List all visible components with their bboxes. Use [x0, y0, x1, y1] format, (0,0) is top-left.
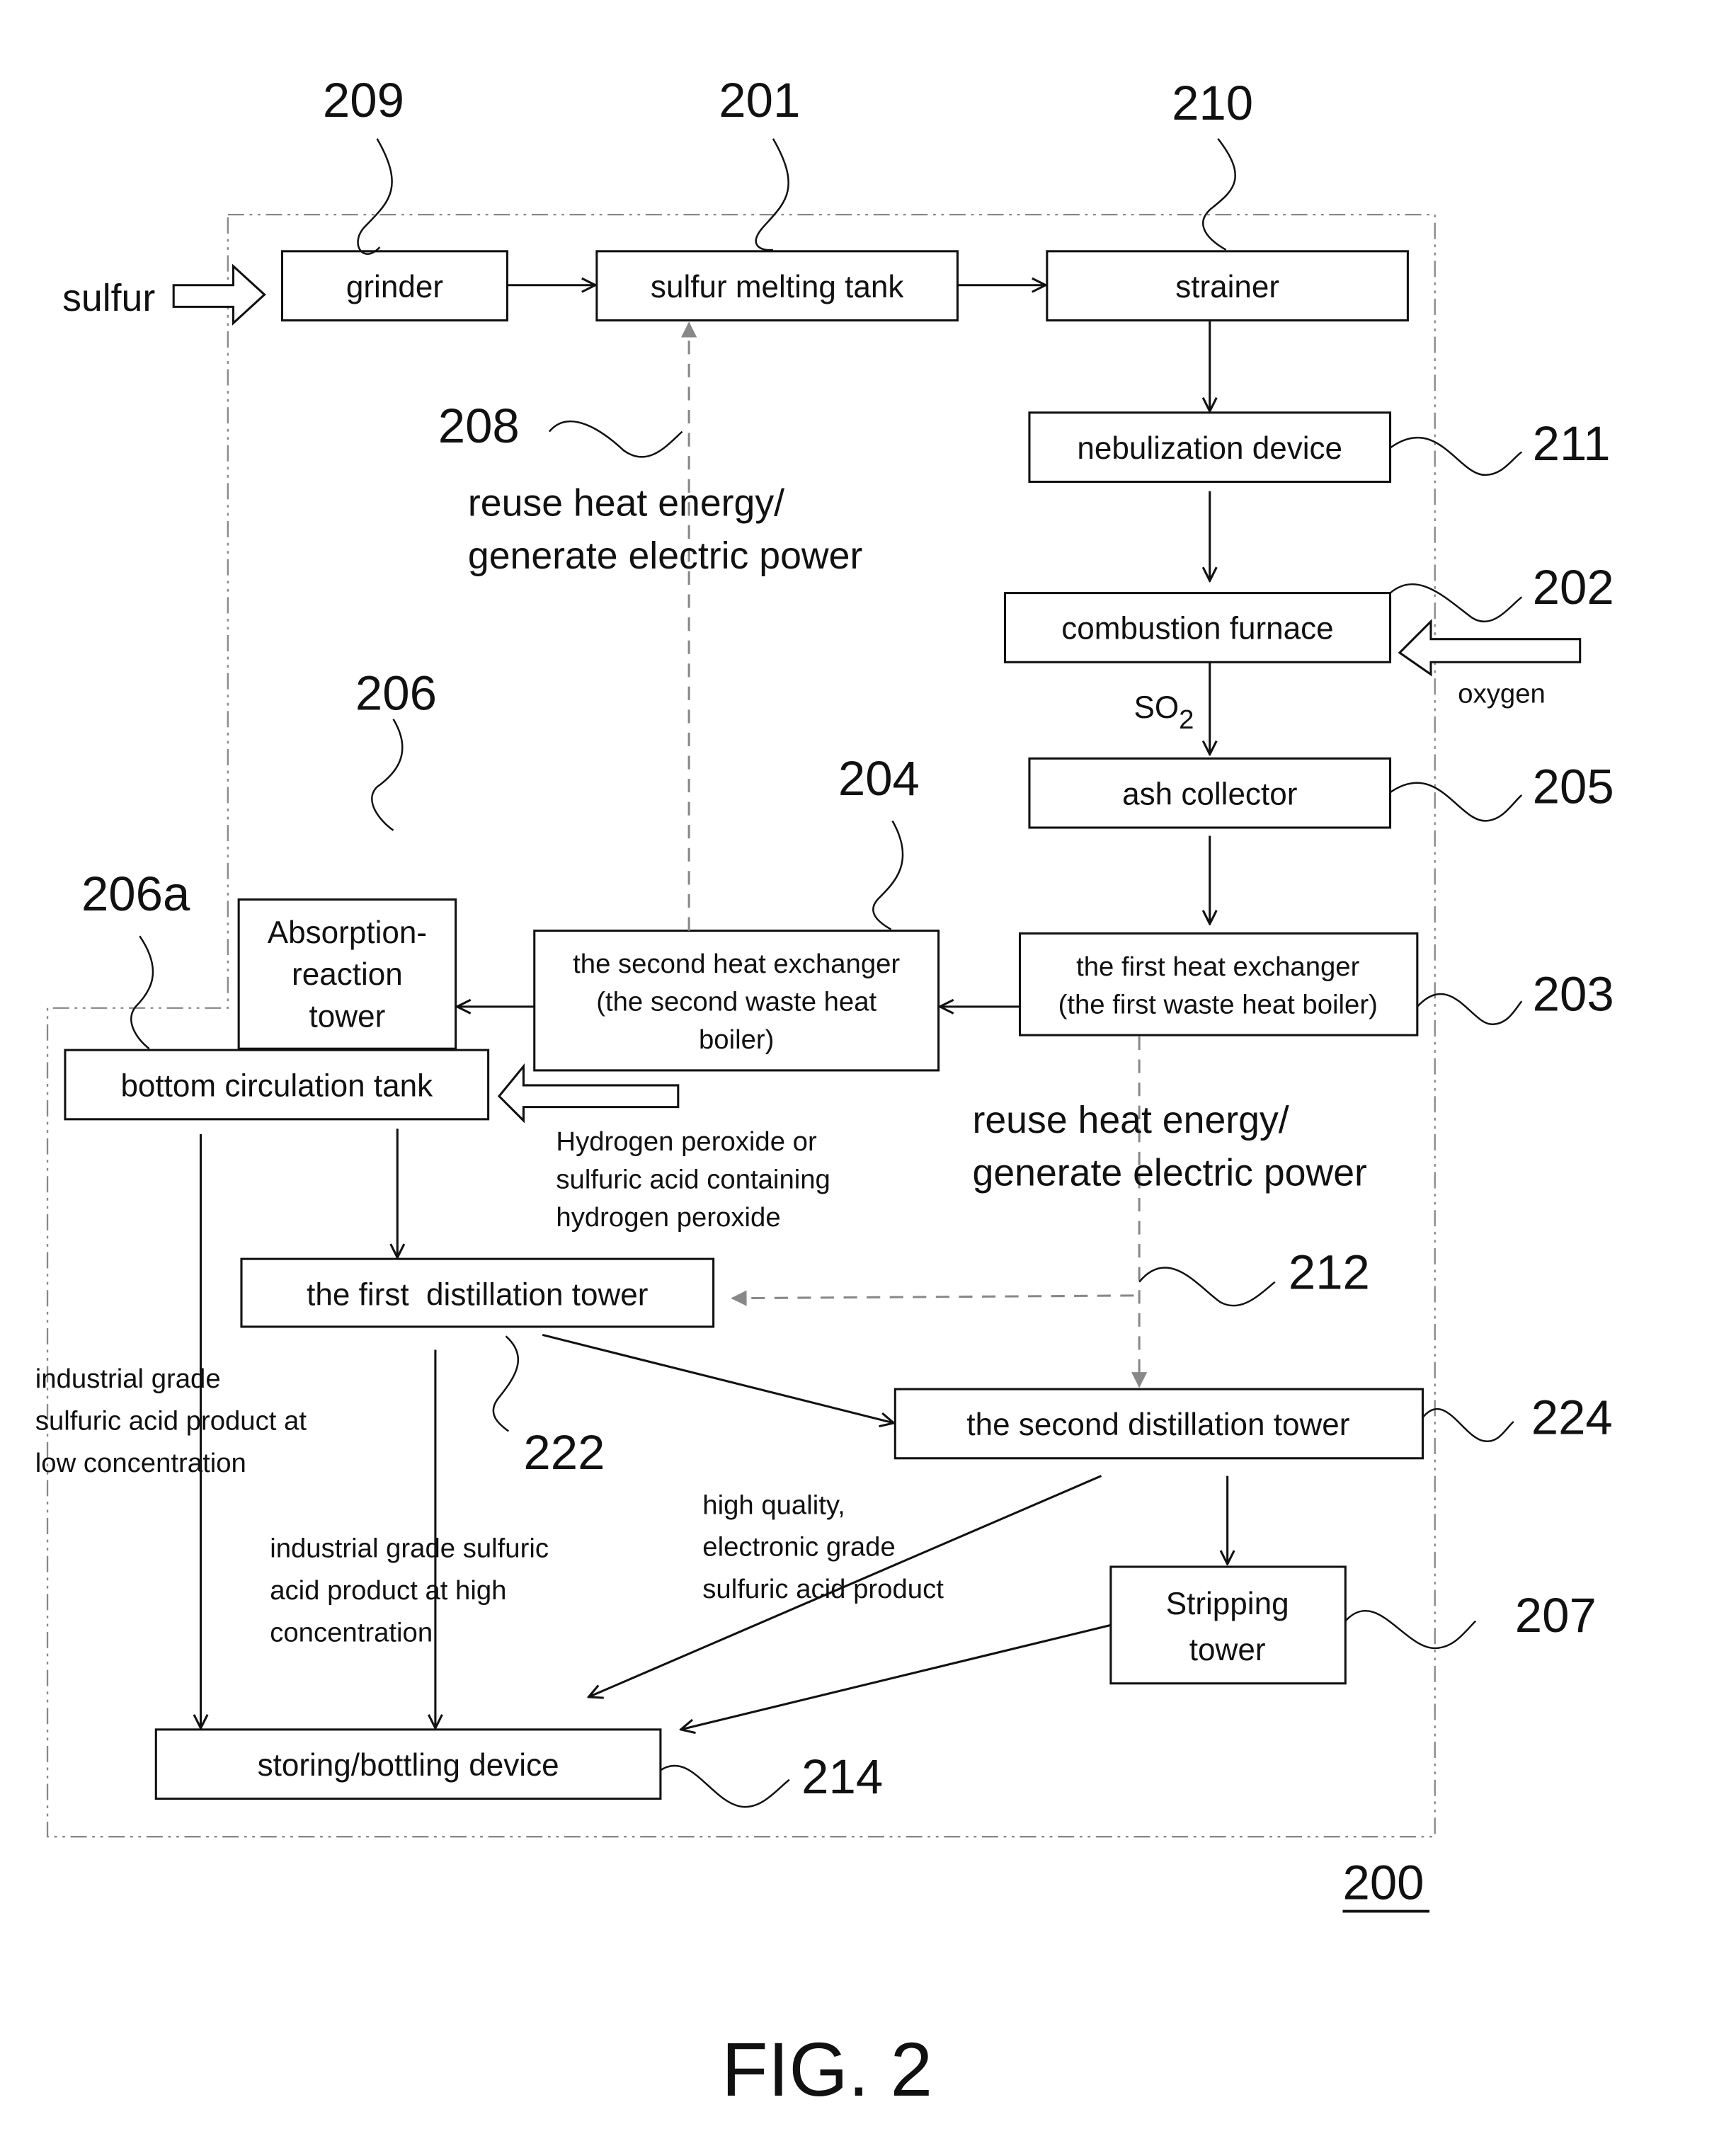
- bottom-circulation-tank-label: bottom circulation tank: [120, 1068, 433, 1103]
- absorption-tower-label-3: tower: [309, 1000, 386, 1034]
- electronic-label-2: electronic grade: [702, 1532, 895, 1563]
- ref-206a: 206a: [81, 867, 190, 921]
- ref-209: 209: [323, 73, 404, 127]
- ref-208: 208: [438, 399, 520, 453]
- bottom-circulation-tank-box: bottom circulation tank: [64, 1049, 490, 1121]
- stripping-tower-box: Stripping tower: [1109, 1565, 1347, 1685]
- ref-207: 207: [1515, 1588, 1597, 1643]
- ref-204: 204: [838, 751, 920, 806]
- first-distillation-tower-box: the first distillation tower: [240, 1257, 715, 1328]
- leader-204: [872, 820, 904, 930]
- leader-210: [1202, 138, 1236, 251]
- grinder-box: grinder: [280, 250, 508, 322]
- peroxide-input-label-3: hydrogen peroxide: [556, 1202, 780, 1233]
- heat-reuse-mid-line-2: generate electric power: [973, 1152, 1367, 1194]
- ref-212: 212: [1289, 1245, 1370, 1299]
- second-heat-exchanger-box: the second heat exchanger (the second wa…: [533, 930, 940, 1072]
- combustion-furnace-box: combustion furnace: [1003, 592, 1392, 663]
- second-heat-exchanger-label-1: the second heat exchanger: [573, 949, 900, 979]
- heat-reuse-top-line-2: generate electric power: [468, 535, 862, 577]
- leader-224: [1422, 1407, 1514, 1442]
- ref-203: 203: [1533, 967, 1614, 1022]
- sulfur-input-arrow: [172, 263, 266, 326]
- peroxide-input-label-2: sulfuric acid containing: [556, 1165, 830, 1195]
- leader-211: [1389, 436, 1523, 476]
- ref-205: 205: [1533, 760, 1614, 814]
- second-distillation-tower-label: the second distillation tower: [966, 1407, 1349, 1442]
- peroxide-input-arrow: [497, 1063, 680, 1124]
- process-flow-diagram: grinder sulfur melting tank strainer neb…: [35, 73, 1614, 2112]
- oxygen-input-arrow: [1398, 619, 1582, 677]
- leader-214: [660, 1764, 790, 1808]
- second-heat-exchanger-label-3: boiler): [699, 1024, 774, 1055]
- electronic-label-3: sulfuric acid product: [702, 1574, 944, 1604]
- ref-202: 202: [1533, 560, 1614, 615]
- first-heat-exchanger-box: the first heat exchanger (the first wast…: [1019, 932, 1419, 1036]
- low-conc-label-2: sulfuric acid product at: [35, 1406, 307, 1437]
- so2-main: SO: [1133, 690, 1179, 725]
- leader-208: [548, 421, 683, 458]
- dashed-arrow-heat-to-first-distillation: [732, 1296, 1134, 1298]
- first-heat-exchanger-label-2: (the first waste heat boiler): [1058, 989, 1378, 1020]
- leader-207: [1344, 1609, 1477, 1650]
- heat-reuse-top-line-1: reuse heat energy/: [468, 481, 784, 524]
- nebulization-device-label: nebulization device: [1077, 431, 1342, 466]
- leader-222: [492, 1335, 520, 1432]
- peroxide-input-label-1: Hydrogen peroxide or: [556, 1126, 817, 1157]
- strainer-label: strainer: [1175, 270, 1279, 304]
- high-conc-label-1: industrial grade sulfuric: [270, 1534, 549, 1564]
- ash-collector-box: ash collector: [1028, 757, 1392, 829]
- combustion-furnace-label: combustion furnace: [1061, 612, 1333, 646]
- stripping-tower-label-1: Stripping: [1166, 1587, 1289, 1621]
- leader-209: [357, 138, 393, 255]
- leader-212: [1138, 1267, 1276, 1307]
- sulfur-input-label: sulfur: [62, 277, 155, 319]
- low-conc-label-1: industrial grade: [35, 1364, 221, 1394]
- storing-bottling-device-label: storing/bottling device: [258, 1748, 559, 1783]
- grinder-label: grinder: [346, 270, 443, 304]
- storing-bottling-device-box: storing/bottling device: [154, 1728, 662, 1800]
- high-conc-label-2: acid product at high: [270, 1575, 506, 1606]
- second-distillation-tower-box: the second distillation tower: [893, 1388, 1424, 1460]
- nebulization-device-box: nebulization device: [1028, 411, 1392, 484]
- leader-205: [1389, 782, 1523, 822]
- absorption-reaction-tower-box: Absorption- reaction tower: [237, 898, 457, 1050]
- leader-206a: [130, 935, 154, 1050]
- figure-title: FIG. 2: [721, 2027, 932, 2112]
- second-heat-exchanger-label-2: (the second waste heat: [596, 987, 876, 1017]
- ref-210: 210: [1172, 76, 1253, 130]
- leader-206: [371, 719, 404, 831]
- high-conc-label-3: concentration: [270, 1617, 433, 1647]
- ref-201: 201: [719, 73, 800, 127]
- ref-224: 224: [1531, 1390, 1613, 1444]
- first-distillation-tower-label: the first distillation tower: [307, 1277, 648, 1312]
- arrow-stripping-to-storing: [681, 1623, 1112, 1730]
- ref-211: 211: [1533, 416, 1611, 471]
- sulfur-melting-tank-box: sulfur melting tank: [595, 250, 959, 322]
- system-ref-200: 200: [1342, 1855, 1424, 1909]
- arrow-first-to-second-distillation: [542, 1333, 893, 1423]
- ref-214: 214: [801, 1749, 883, 1804]
- leader-202: [1389, 583, 1523, 623]
- ref-206: 206: [355, 666, 437, 720]
- absorption-tower-label-2: reaction: [292, 957, 403, 992]
- so2-label: SO2: [1133, 690, 1194, 735]
- leader-203: [1416, 993, 1523, 1025]
- first-heat-exchanger-label-1: the first heat exchanger: [1076, 952, 1359, 982]
- low-conc-label-3: low concentration: [35, 1448, 246, 1478]
- so2-subscript: 2: [1179, 704, 1194, 735]
- ref-222: 222: [523, 1425, 605, 1480]
- stripping-tower-label-2: tower: [1189, 1633, 1266, 1667]
- electronic-label-1: high quality,: [702, 1490, 845, 1520]
- ash-collector-label: ash collector: [1122, 777, 1297, 811]
- leader-201: [755, 138, 789, 251]
- absorption-tower-label-1: Absorption-: [268, 915, 427, 950]
- oxygen-input-label: oxygen: [1458, 679, 1546, 709]
- strainer-box: strainer: [1046, 250, 1409, 322]
- heat-reuse-mid-line-1: reuse heat energy/: [973, 1099, 1289, 1141]
- sulfur-melting-tank-label: sulfur melting tank: [651, 270, 904, 304]
